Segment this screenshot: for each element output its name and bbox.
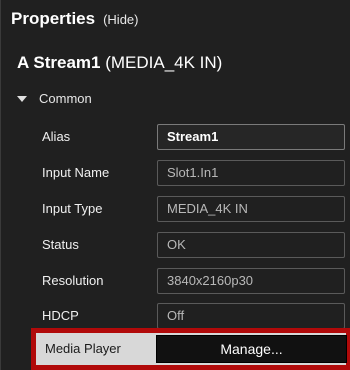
stream-title: A Stream1 (MEDIA_4K IN) (17, 53, 222, 73)
stream-name: A Stream1 (17, 53, 101, 72)
properties-header: Properties (Hide) (11, 9, 139, 29)
resolution-field[interactable]: 3840x2160p30 (157, 268, 345, 294)
property-row-input-name: Input Name Slot1.In1 (31, 158, 349, 188)
property-label: Input Type (42, 201, 103, 216)
caret-down-icon (17, 95, 27, 102)
hide-link[interactable]: (Hide) (103, 12, 138, 27)
property-row-hdcp: HDCP Off (31, 301, 349, 331)
property-label: Status (42, 237, 79, 252)
panel-title: Properties (11, 9, 96, 28)
input-type-field[interactable]: MEDIA_4K IN (157, 196, 345, 222)
property-row-input-type: Input Type MEDIA_4K IN (31, 194, 349, 224)
property-row-status: Status OK (31, 230, 349, 260)
manage-button[interactable]: Manage... (156, 335, 347, 363)
property-row-resolution: Resolution 3840x2160p30 (31, 266, 349, 296)
status-field[interactable]: OK (157, 232, 345, 258)
input-name-field[interactable]: Slot1.In1 (157, 160, 345, 186)
properties-panel: Properties (Hide) A Stream1 (MEDIA_4K IN… (0, 0, 350, 370)
property-label: Resolution (42, 273, 104, 288)
property-label: Alias (42, 129, 71, 144)
stream-type: (MEDIA_4K IN) (105, 53, 223, 72)
alias-field[interactable]: Stream1 (157, 124, 345, 150)
property-label: Input Name (42, 165, 110, 180)
property-label: HDCP (42, 308, 79, 323)
media-player-label: Media Player (45, 341, 121, 356)
section-label: Common (39, 91, 92, 106)
property-row-alias: Alias Stream1 (31, 122, 349, 152)
media-player-row: Media Player Manage... (31, 328, 350, 370)
section-common-toggle[interactable]: Common (17, 91, 92, 106)
hdcp-field[interactable]: Off (157, 303, 345, 329)
